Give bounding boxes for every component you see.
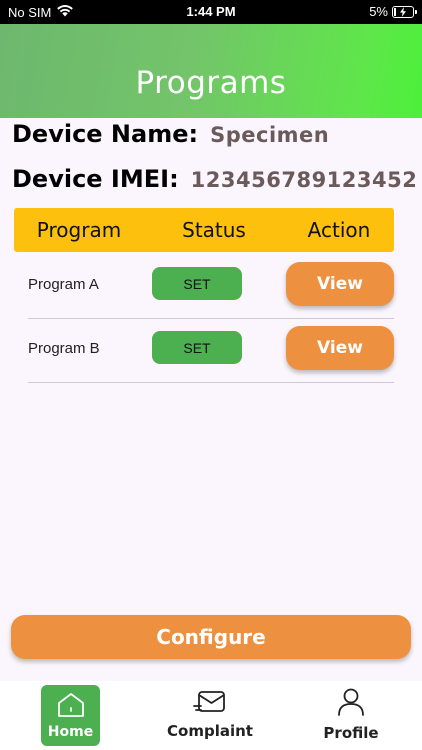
configure-button[interactable]: Configure [11, 615, 411, 659]
table-row: Program B SET View [28, 316, 394, 383]
nav-home-label: Home [47, 723, 94, 740]
nav-complaint[interactable]: Complaint [160, 689, 260, 740]
device-name-label: Device Name: [12, 120, 199, 148]
status-right: 5% [369, 4, 417, 19]
table-row: Program A SET View [28, 252, 394, 319]
device-imei-value: 123456789123452 [190, 168, 418, 192]
device-imei-label: Device IMEI: [12, 165, 179, 193]
device-name-row: Device Name: Specimen [12, 120, 329, 148]
page-title: Programs [135, 65, 287, 101]
column-header-program: Program [36, 218, 122, 242]
view-program-b-button[interactable]: View [286, 326, 394, 370]
nav-home[interactable]: Home [41, 685, 100, 746]
battery-percent: 5% [369, 4, 388, 19]
home-icon [55, 692, 87, 722]
envelope-icon [193, 689, 227, 719]
programs-table-header: Program Status Action [14, 208, 394, 252]
device-name-value: Specimen [210, 123, 330, 147]
battery-charging-icon [392, 5, 417, 18]
person-icon [336, 687, 366, 721]
column-header-action: Action [307, 218, 371, 242]
program-name: Program B [28, 340, 100, 357]
bottom-nav: Home Complaint Profile [0, 681, 422, 750]
view-program-a-button[interactable]: View [286, 262, 394, 306]
nav-profile-label: Profile [323, 724, 379, 742]
status-badge: SET [152, 331, 242, 364]
status-badge: SET [152, 267, 242, 300]
device-imei-row: Device IMEI: 123456789123452 [12, 165, 417, 193]
app-header: Programs [0, 24, 422, 118]
nav-profile[interactable]: Profile [316, 687, 386, 742]
nav-complaint-label: Complaint [167, 722, 253, 740]
clock: 1:44 PM [186, 4, 236, 19]
program-name: Program A [28, 276, 99, 293]
column-header-status: Status [182, 218, 246, 242]
status-bar: No SIM 1:44 PM 5% [0, 0, 422, 24]
